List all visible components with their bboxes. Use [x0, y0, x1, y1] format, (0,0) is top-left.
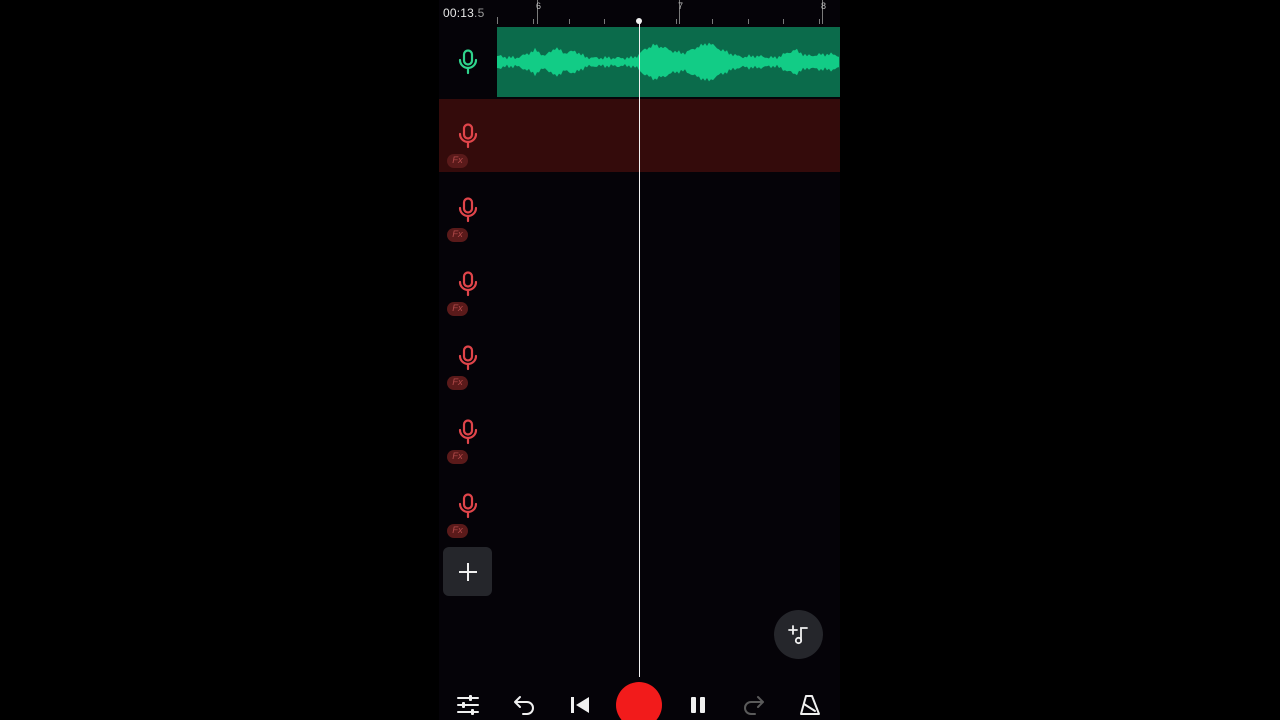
pause-button[interactable] — [681, 688, 715, 720]
add-music-icon — [787, 624, 808, 644]
pause-icon — [691, 697, 705, 713]
fx-badge[interactable]: Fx — [447, 450, 468, 464]
skip-to-start-button[interactable] — [563, 688, 597, 720]
microphone-icon[interactable] — [457, 493, 479, 519]
audio-clip[interactable] — [497, 27, 840, 97]
fx-badge[interactable]: Fx — [447, 228, 468, 242]
microphone-icon[interactable] — [457, 345, 479, 371]
record-button[interactable] — [616, 682, 662, 720]
ruler-tick — [819, 19, 820, 24]
time-main: 00:13 — [443, 6, 475, 20]
ruler-tick — [748, 19, 749, 24]
ruler-tick — [569, 19, 570, 24]
time-display: 00:13.5 — [443, 6, 484, 20]
ruler-tick — [712, 19, 713, 24]
undo-button[interactable] — [507, 688, 541, 720]
ruler-tick — [676, 19, 677, 24]
add-music-button[interactable] — [774, 610, 823, 659]
microphone-icon[interactable] — [457, 123, 479, 149]
microphone-icon[interactable] — [457, 271, 479, 297]
ruler-label: 7 — [678, 1, 684, 11]
waveform — [497, 42, 839, 82]
ruler-tick — [497, 17, 498, 24]
undo-icon — [514, 696, 534, 715]
daw-app: 00:13.5 6 7 8 Fx Fx Fx Fx Fx Fx — [439, 0, 840, 720]
microphone-icon[interactable] — [457, 419, 479, 445]
ruler-tick — [604, 19, 605, 24]
redo-icon — [744, 696, 764, 715]
timeline-ruler[interactable]: 6 7 8 — [497, 0, 840, 24]
fx-badge[interactable]: Fx — [447, 524, 468, 538]
time-fraction: .5 — [474, 6, 485, 20]
ruler-tick — [783, 19, 784, 24]
skip-to-start-icon — [571, 697, 589, 713]
ruler-tick — [533, 19, 534, 24]
redo-button[interactable] — [737, 688, 771, 720]
mixer-button[interactable] — [451, 688, 485, 720]
metronome-icon — [800, 695, 820, 715]
plus-icon — [458, 562, 477, 581]
mixer-icon — [457, 695, 479, 715]
playhead[interactable] — [638, 21, 640, 677]
microphone-icon[interactable] — [457, 197, 479, 223]
add-track-button[interactable] — [443, 547, 492, 596]
ruler-label: 6 — [536, 1, 542, 11]
fx-badge[interactable]: Fx — [447, 154, 468, 168]
ruler-label: 8 — [821, 1, 827, 11]
fx-badge[interactable]: Fx — [447, 302, 468, 316]
microphone-icon[interactable] — [457, 49, 479, 75]
fx-badge[interactable]: Fx — [447, 376, 468, 390]
waveform-shape — [497, 42, 839, 82]
metronome-button[interactable] — [793, 688, 827, 720]
playhead-handle[interactable] — [636, 18, 642, 24]
